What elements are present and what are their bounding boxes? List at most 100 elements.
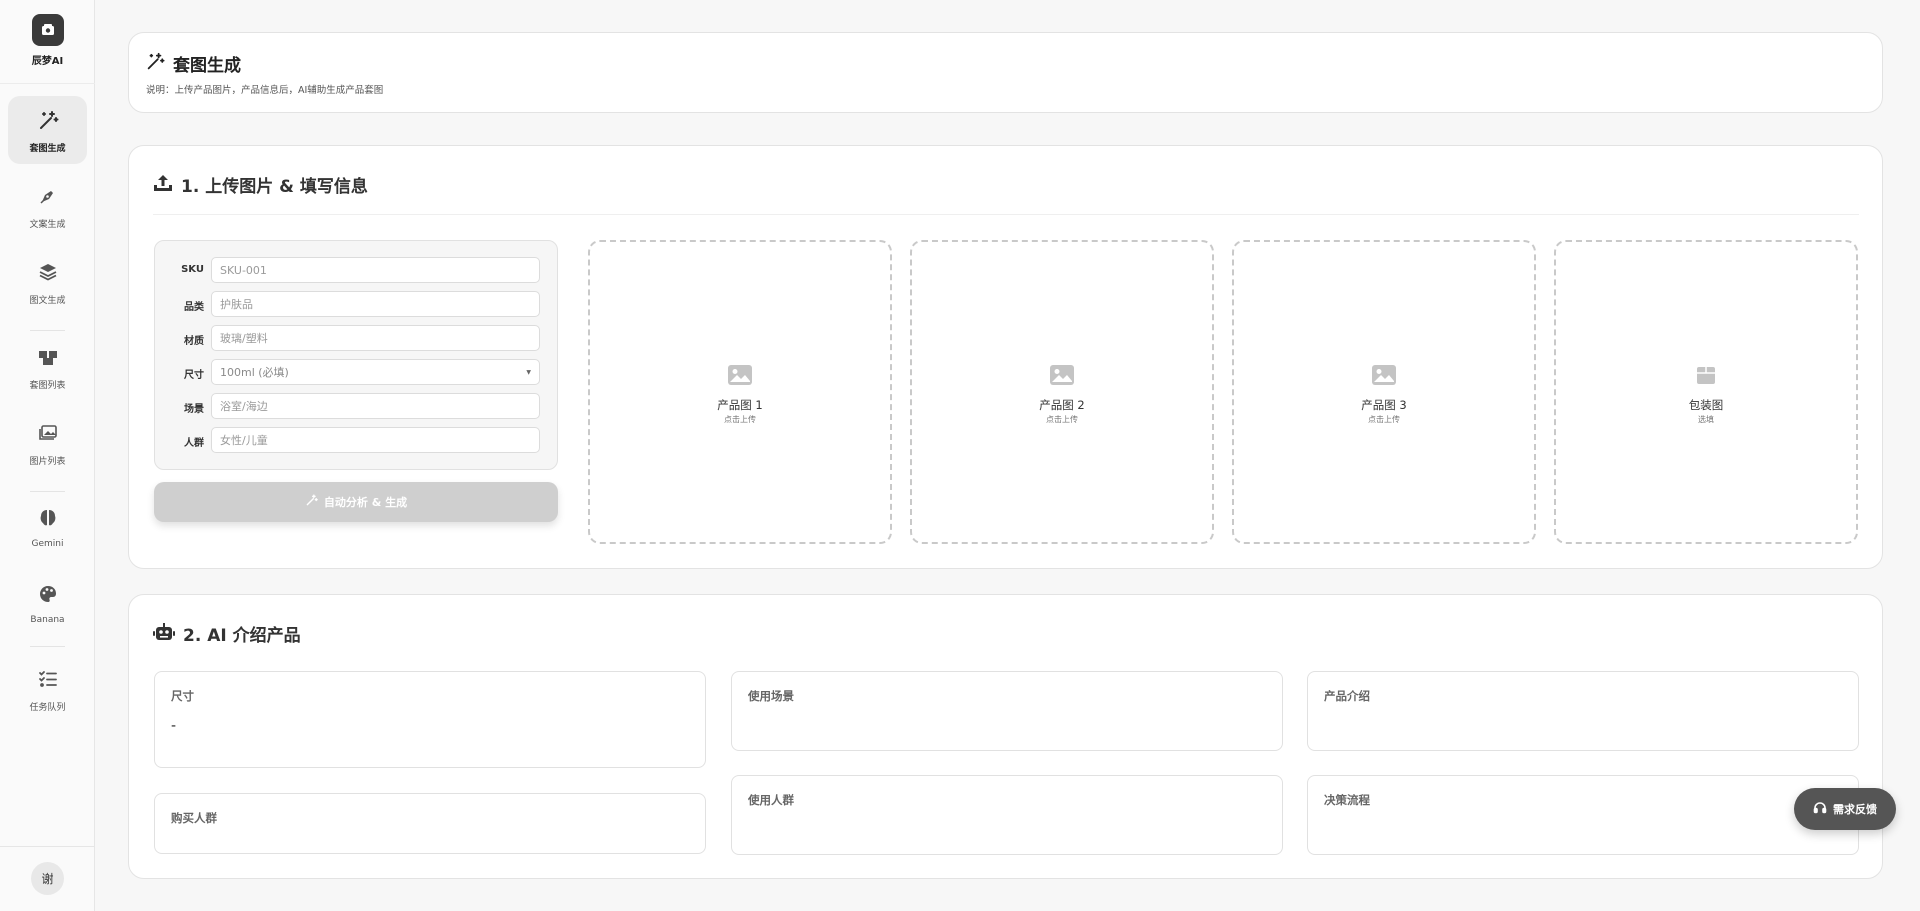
task-list-icon — [8, 669, 87, 691]
size-row: 尺寸 100ml (必填) ▼ — [155, 359, 559, 385]
section-title: 1. 上传图片 & 填写信息 — [181, 177, 368, 197]
sidebar-item-banana[interactable]: Banana — [8, 570, 87, 638]
upload-slot-title: 产品图 3 — [1361, 398, 1407, 412]
sidebar-item-label: 套图生成 — [29, 144, 66, 154]
layers-icon — [8, 262, 87, 284]
sku-input[interactable] — [211, 257, 540, 283]
product-info-form: SKU 品类 材质 尺寸 100ml (必填) ▼ 场景 人群 — [154, 240, 558, 470]
ai-size-value: - — [171, 718, 177, 734]
image-icon — [1234, 364, 1534, 386]
pen-nib-icon — [8, 186, 87, 208]
sidebar-item-copywriting[interactable]: 文案生成 — [8, 172, 87, 240]
sidebar-item-set-list[interactable]: 套图列表 — [8, 333, 87, 401]
ai-size-label: 尺寸 — [171, 689, 194, 703]
upload-slot-hint: 选填 — [1698, 415, 1714, 424]
app-logo[interactable]: 辰梦AI — [0, 14, 95, 67]
audience-input[interactable] — [211, 427, 540, 453]
category-row: 品类 — [155, 291, 559, 317]
caret-down-icon: ▼ — [526, 369, 531, 376]
divider — [0, 846, 95, 847]
size-select[interactable]: 100ml (必填) ▼ — [211, 359, 540, 385]
upload-slot-product-2[interactable]: 产品图 2 点击上传 — [910, 240, 1214, 544]
feedback-button-label: 需求反馈 — [1833, 803, 1877, 816]
divider — [30, 646, 65, 647]
palette-icon — [8, 584, 87, 606]
magic-wand-icon — [305, 494, 318, 510]
upload-slot-title: 包装图 — [1688, 398, 1724, 412]
ai-scene-box: 使用场景 — [731, 671, 1283, 751]
sku-label: SKU — [181, 264, 204, 275]
upload-slot-title: 产品图 2 — [1039, 398, 1085, 412]
divider — [0, 83, 95, 84]
upload-icon — [153, 173, 173, 197]
sidebar-item-label: 任务队列 — [29, 703, 66, 713]
divider — [153, 214, 1859, 215]
feedback-button[interactable]: 需求反馈 — [1794, 788, 1896, 830]
ai-buyers-label: 购买人群 — [171, 811, 217, 825]
ai-decision-label: 决策流程 — [1324, 793, 1370, 807]
ai-intro-box: 产品介绍 — [1307, 671, 1859, 751]
scene-row: 场景 — [155, 393, 559, 419]
size-select-value: 100ml (必填) — [220, 366, 289, 379]
box-icon — [1556, 364, 1856, 386]
divider — [30, 330, 65, 331]
headset-icon — [1813, 801, 1827, 818]
magic-wand-icon — [145, 52, 165, 76]
upload-slot-packaging[interactable]: 包装图 选填 — [1554, 240, 1858, 544]
size-label: 尺寸 — [184, 370, 204, 381]
scene-input[interactable] — [211, 393, 540, 419]
sidebar-item-label: Gemini — [31, 539, 64, 549]
sidebar-item-label: 文案生成 — [29, 220, 66, 230]
page-header-card: 套图生成 说明：上传产品图片，产品信息后，AI辅助生成产品套图 — [128, 32, 1883, 113]
images-icon — [8, 423, 87, 445]
generate-button-label: 自动分析 & 生成 — [323, 496, 408, 509]
ai-decision-box: 决策流程 — [1307, 775, 1859, 855]
material-row: 材质 — [155, 325, 559, 351]
sidebar-item-gemini[interactable]: Gemini — [8, 494, 87, 562]
image-icon — [590, 364, 890, 386]
sidebar-item-label: 套图列表 — [29, 381, 66, 391]
upload-slot-product-1[interactable]: 产品图 1 点击上传 — [588, 240, 892, 544]
logo-text: 辰梦AI — [31, 56, 64, 67]
material-input[interactable] — [211, 325, 540, 351]
audience-label: 人群 — [184, 438, 204, 449]
sidebar-item-task-queue[interactable]: 任务队列 — [8, 655, 87, 723]
divider — [30, 491, 65, 492]
ai-users-box: 使用人群 — [731, 775, 1283, 855]
sidebar: 辰梦AI 套图生成 文案生成 图文生成 套图列表 图片列表 Gemini Ban… — [0, 0, 95, 911]
user-avatar[interactable]: 谢 — [31, 862, 64, 895]
upload-slot-title: 产品图 1 — [717, 398, 763, 412]
upload-slot-hint: 点击上传 — [1046, 415, 1078, 424]
sidebar-item-label: 图文生成 — [29, 296, 66, 306]
upload-slot-hint: 点击上传 — [724, 415, 756, 424]
upload-slot-product-3[interactable]: 产品图 3 点击上传 — [1232, 240, 1536, 544]
boxes-icon — [8, 347, 87, 369]
upload-slot-hint: 点击上传 — [1368, 415, 1400, 424]
ai-buyers-box: 购买人群 — [154, 793, 706, 854]
sidebar-item-image-text[interactable]: 图文生成 — [8, 248, 87, 316]
material-label: 材质 — [184, 336, 204, 347]
sidebar-item-image-list[interactable]: 图片列表 — [8, 409, 87, 477]
sku-row: SKU — [155, 257, 559, 283]
auto-analyze-generate-button[interactable]: 自动分析 & 生成 — [154, 482, 558, 522]
category-input[interactable] — [211, 291, 540, 317]
page-title: 套图生成 — [173, 56, 241, 76]
ai-intro-label: 产品介绍 — [1324, 689, 1370, 703]
ai-intro-section-card: 2. AI 介绍产品 尺寸 - 购买人群 使用场景 使用人群 产品介绍 决策流程 — [128, 594, 1883, 879]
ai-users-label: 使用人群 — [748, 793, 794, 807]
image-icon — [912, 364, 1212, 386]
ai-size-box: 尺寸 - — [154, 671, 706, 768]
sidebar-item-label: 图片列表 — [29, 457, 66, 467]
page-description: 说明：上传产品图片，产品信息后，AI辅助生成产品套图 — [146, 85, 384, 96]
audience-row: 人群 — [155, 427, 559, 453]
magic-wand-icon — [8, 110, 87, 132]
sidebar-item-label: Banana — [30, 615, 65, 625]
section-title: 2. AI 介绍产品 — [183, 626, 301, 646]
sidebar-item-set-generation[interactable]: 套图生成 — [8, 96, 87, 164]
brain-icon — [8, 508, 87, 530]
scene-label: 场景 — [184, 404, 204, 415]
ai-scene-label: 使用场景 — [748, 689, 794, 703]
category-label: 品类 — [184, 302, 204, 313]
robot-icon — [153, 622, 175, 646]
logo-box-icon — [31, 14, 64, 46]
